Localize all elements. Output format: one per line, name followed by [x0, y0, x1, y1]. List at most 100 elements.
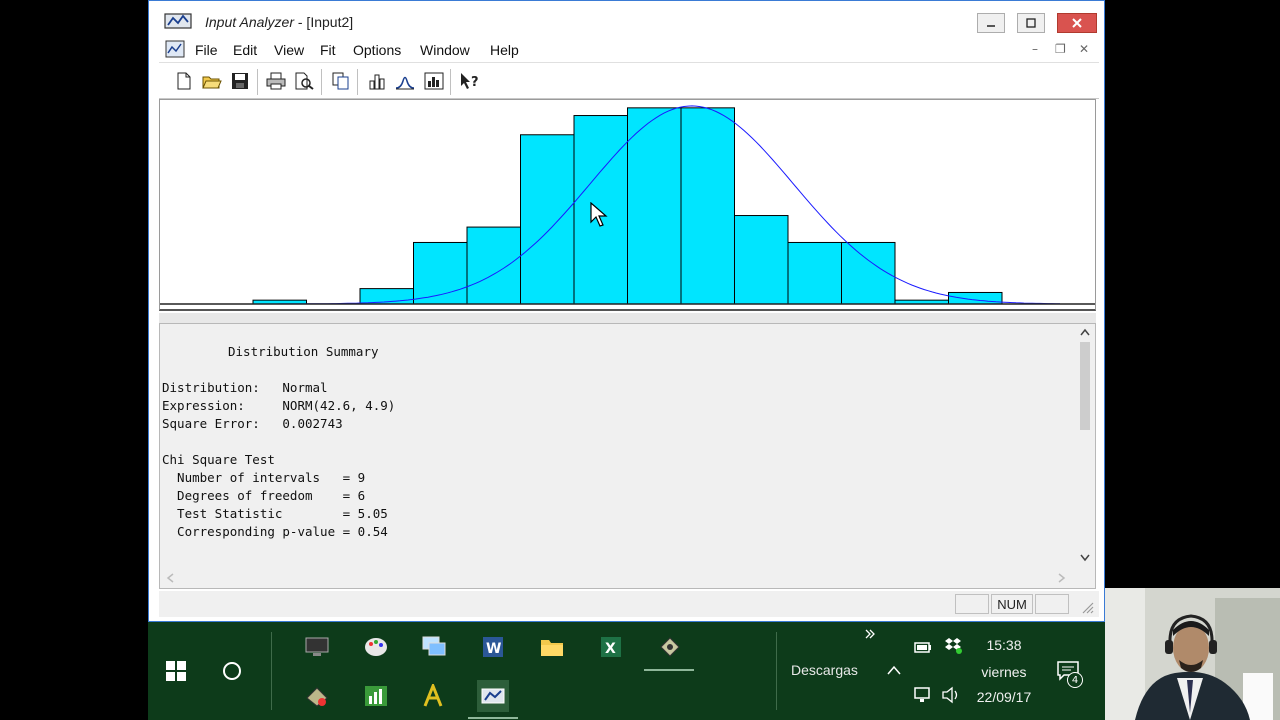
webcam-overlay [1105, 588, 1280, 720]
scroll-left-icon[interactable] [166, 573, 174, 583]
histogram-bar [787, 241, 842, 305]
monitor-icon [305, 637, 329, 656]
taskbar-app-paint[interactable] [360, 631, 392, 663]
toolbar: ? [159, 63, 1099, 99]
summary-line: Number of intervals = 9 [162, 470, 366, 485]
print-button[interactable] [265, 70, 287, 92]
summary-heading: Distribution Summary [228, 344, 379, 359]
histogram-pane [159, 99, 1096, 311]
taskbar-app-chart[interactable] [360, 680, 392, 712]
summary-line: Expression: NORM(42.6, 4.9) [162, 398, 396, 413]
taskbar-app-input-analyzer[interactable] [477, 680, 509, 712]
app-icon [164, 13, 192, 29]
histogram-icon [369, 74, 385, 90]
input-analyzer-window: Input Analyzer - [Input2] File Edit View… [148, 0, 1105, 622]
bar-chart-icon [365, 686, 387, 706]
summary-line: Corresponding p-value = 0.54 [162, 524, 388, 539]
menu-help[interactable]: Help [490, 42, 519, 58]
menu-options[interactable]: Options [353, 42, 401, 58]
clock-time[interactable]: 15:38 [984, 637, 1024, 653]
histogram-button[interactable] [366, 70, 388, 92]
taskbar-app-explorer[interactable] [536, 631, 568, 663]
notification-center-button[interactable]: 4 [1054, 660, 1083, 690]
minimize-button[interactable] [977, 13, 1005, 33]
network-icon[interactable] [913, 686, 933, 704]
battery-icon[interactable] [913, 638, 933, 656]
toolbar-separator [450, 69, 451, 95]
input-analyzer-icon [481, 688, 505, 704]
help-arrow-icon: ? [461, 73, 479, 90]
taskbar-separator [776, 632, 777, 710]
printer-icon [266, 72, 286, 90]
document-name: - [Input2] [293, 14, 354, 30]
taskbar-app-network[interactable] [418, 631, 450, 663]
fit-all-button[interactable] [423, 70, 445, 92]
new-file-icon [177, 72, 191, 90]
mdi-close-button[interactable]: ✕ [1079, 42, 1089, 56]
close-icon [1072, 18, 1082, 28]
save-button[interactable] [229, 70, 251, 92]
active-app-indicator [644, 669, 694, 671]
dropbox-sync-icon[interactable] [943, 637, 963, 655]
context-help-button[interactable]: ? [459, 70, 481, 92]
network-computer-icon [422, 636, 446, 656]
cortana-button[interactable] [216, 655, 248, 687]
status-bar: NUM [159, 591, 1099, 617]
print-preview-button[interactable] [293, 70, 315, 92]
notification-badge: 4 [1067, 672, 1083, 688]
taskbar: W X Descargas 15:38 viernes 22/09/17 4 [148, 622, 1105, 720]
minimize-icon [987, 25, 995, 27]
title-bar[interactable]: Input Analyzer - [Input2] [149, 1, 1104, 37]
menu-window[interactable]: Window [420, 42, 470, 58]
scroll-down-icon[interactable] [1080, 554, 1090, 562]
window-title: Input Analyzer - [Input2] [205, 14, 353, 30]
menu-edit[interactable]: Edit [233, 42, 257, 58]
downloads-toolbar-label[interactable]: Descargas [791, 662, 858, 678]
vertical-scroll-thumb[interactable] [1080, 342, 1090, 430]
scroll-right-icon[interactable] [1058, 573, 1066, 583]
summary-line: Distribution: Normal [162, 380, 328, 395]
taskbar-app-arena[interactable] [654, 631, 686, 663]
summary-pane: Distribution Summary Distribution: Norma… [159, 323, 1096, 589]
new-button[interactable] [173, 70, 195, 92]
taskbar-app-word[interactable]: W [477, 631, 509, 663]
mouse-cursor-icon [590, 202, 608, 227]
start-button[interactable] [160, 655, 192, 687]
horizontal-scrollbar[interactable] [160, 568, 1077, 588]
menu-file[interactable]: File [195, 42, 218, 58]
menu-fit[interactable]: Fit [320, 42, 336, 58]
close-button[interactable] [1057, 13, 1097, 33]
clock-day[interactable]: viernes [976, 664, 1032, 680]
vertical-scrollbar[interactable] [1075, 324, 1095, 570]
menu-view[interactable]: View [274, 42, 304, 58]
summary-line: Square Error: 0.002743 [162, 416, 343, 431]
open-button[interactable] [201, 70, 223, 92]
menu-bar: File Edit View Fit Options Window Help –… [159, 37, 1099, 63]
volume-icon[interactable] [941, 686, 961, 704]
resize-grip-icon[interactable] [1080, 600, 1094, 614]
mdi-restore-button[interactable]: ❐ [1055, 42, 1066, 56]
taskbar-app-monitor[interactable] [301, 631, 333, 663]
arena-app-icon [660, 637, 680, 657]
toolbar-separator [321, 69, 322, 95]
mdi-minimize-button[interactable]: – [1032, 42, 1038, 56]
chart-frame-icon [424, 72, 444, 90]
clock-date[interactable]: 22/09/17 [970, 689, 1038, 705]
taskbar-app-arena-alt[interactable] [418, 680, 450, 712]
copy-icon [332, 72, 349, 90]
tray-expand-icon[interactable] [887, 664, 901, 676]
word-icon: W [483, 637, 503, 657]
folder-icon [541, 640, 563, 656]
maximize-button[interactable] [1017, 13, 1045, 33]
svg-text:?: ? [471, 75, 479, 90]
fit-curve-button[interactable] [394, 70, 416, 92]
pane-splitter[interactable] [159, 313, 1096, 323]
overflow-chevron-icon[interactable] [864, 628, 876, 640]
status-cell-caps [955, 594, 989, 614]
summary-line: Test Statistic = 5.05 [162, 506, 388, 521]
copy-button[interactable] [330, 70, 352, 92]
taskbar-app-excel[interactable]: X [595, 631, 627, 663]
taskbar-app-arena-model[interactable] [301, 680, 333, 712]
open-folder-icon [202, 76, 222, 89]
scroll-up-icon[interactable] [1080, 328, 1090, 336]
